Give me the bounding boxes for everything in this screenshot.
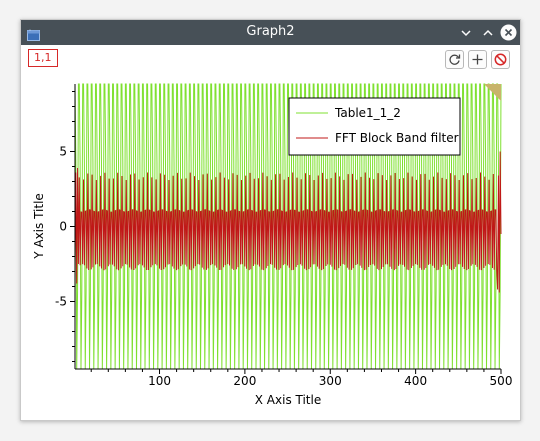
- y-tick-label: 0: [59, 220, 67, 234]
- x-tick-label: 300: [319, 374, 342, 388]
- legend: Table1_1_2 FFT Block Band filter: [288, 97, 461, 156]
- x-tick-label: 100: [148, 374, 171, 388]
- x-tick-label: 200: [233, 374, 256, 388]
- chart-area: 100 200 300 400 500 -5 0 5 Table1_1_2 FFT Block…: [32, 83, 513, 407]
- x-tick-label: 500: [490, 374, 513, 388]
- legend-label-series-2: FFT Block Band filter: [335, 131, 459, 145]
- y-tick-label: -5: [55, 295, 67, 309]
- y-tick-label: 5: [59, 145, 67, 159]
- x-axis-title: X Axis Title: [255, 393, 321, 407]
- legend-label-series-1: Table1_1_2: [334, 106, 401, 120]
- x-tick-label: 400: [404, 374, 427, 388]
- y-axis-title: Y Axis Title: [32, 193, 46, 260]
